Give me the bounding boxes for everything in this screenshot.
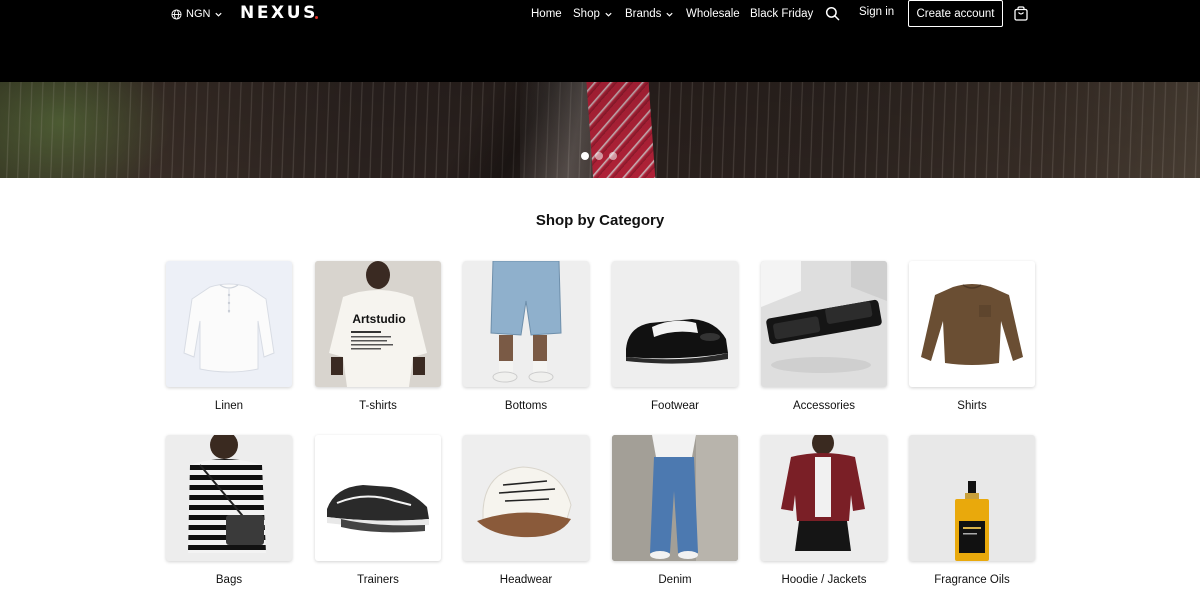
currency-selector[interactable]: NGN (171, 6, 223, 22)
bag-illustration (188, 435, 266, 553)
nav-wholesale-label: Wholesale (686, 8, 740, 20)
cap-illustration (477, 466, 572, 538)
site-logo[interactable]: NEXUS (240, 3, 318, 23)
currency-label: NGN (186, 8, 211, 20)
category-image-trainers (315, 435, 441, 561)
category-card-linen[interactable]: Linen (166, 261, 292, 412)
category-label: Linen (214, 400, 244, 412)
category-label: Hoodie / Jackets (781, 574, 867, 586)
site-header: NGN NEXUS Home Shop Brands Wholesale Bla… (0, 0, 1200, 82)
shopping-bag-icon[interactable] (1014, 6, 1028, 21)
category-card-denim[interactable]: Denim (612, 435, 738, 586)
category-image-shirts (909, 261, 1035, 387)
chevron-down-icon (666, 12, 674, 17)
carousel-dot-1[interactable] (581, 152, 589, 160)
category-card-bottoms[interactable]: Bottoms (463, 261, 589, 412)
section-title: Shop by Category (535, 212, 665, 229)
nav-home[interactable]: Home (531, 6, 562, 22)
longsleeve-illustration (921, 284, 1023, 365)
category-label: Bags (215, 574, 243, 586)
category-card-accessories[interactable]: Accessories (761, 261, 887, 412)
category-card-shirts[interactable]: Shirts (909, 261, 1035, 412)
category-label: Denim (658, 574, 692, 586)
hero-carousel-dots (581, 152, 617, 160)
carousel-dot-3[interactable] (609, 152, 617, 160)
category-card-footwear[interactable]: Footwear (612, 261, 738, 412)
search-icon[interactable] (825, 6, 840, 21)
category-label: Trainers (357, 574, 399, 586)
nav-home-label: Home (531, 8, 562, 20)
logo-dot (315, 16, 318, 19)
category-card-headwear[interactable]: Headwear (463, 435, 589, 586)
chevron-down-icon (605, 12, 612, 17)
shorts-illustration (490, 261, 562, 383)
category-image-fragrance-oils (909, 435, 1035, 561)
category-card-fragrance-oils[interactable]: Fragrance Oils (909, 435, 1035, 586)
category-label: Fragrance Oils (934, 574, 1010, 586)
create-account-button[interactable]: Create account (908, 0, 1003, 27)
nav-black-friday[interactable]: Black Friday (750, 6, 813, 22)
category-card-t-shirts[interactable]: Artstudio T-shirts (315, 261, 441, 412)
category-card-hoodie-jackets[interactable]: Hoodie / Jackets (761, 435, 887, 586)
nav-brands-label: Brands (625, 8, 662, 20)
linen-shirt-illustration (183, 283, 275, 373)
category-label: Shirts (957, 400, 987, 412)
nav-black-friday-label: Black Friday (750, 8, 814, 20)
nav-brands[interactable]: Brands (625, 6, 674, 22)
category-label: Footwear (651, 400, 699, 412)
category-label: Bottoms (504, 400, 548, 412)
jacket-illustration (781, 435, 865, 551)
category-label: Headwear (499, 574, 553, 586)
category-image-accessories (761, 261, 887, 387)
loafer-illustration (626, 319, 728, 364)
sign-in-link[interactable]: Sign in (859, 6, 894, 18)
category-image-headwear (463, 435, 589, 561)
category-image-denim (612, 435, 738, 561)
trainers-illustration (327, 485, 429, 533)
nav-wholesale[interactable]: Wholesale (686, 6, 740, 22)
sunglasses-illustration (761, 261, 887, 387)
tshirt-illustration: Artstudio (315, 261, 441, 387)
category-card-trainers[interactable]: Trainers (315, 435, 441, 586)
fragrance-bottle-illustration (955, 481, 989, 561)
denim-illustration (612, 435, 738, 561)
category-image-footwear (612, 261, 738, 387)
category-image-bags (166, 435, 292, 561)
category-image-linen (166, 261, 292, 387)
category-label: Accessories (793, 400, 855, 412)
hero-shade (0, 82, 1200, 178)
nav-shop-label: Shop (573, 8, 600, 20)
chevron-down-icon (215, 12, 223, 17)
category-label: T-shirts (359, 400, 397, 412)
hero-banner[interactable] (0, 82, 1200, 178)
category-image-bottoms (463, 261, 589, 387)
globe-icon (171, 8, 182, 20)
category-image-t-shirts: Artstudio (315, 261, 441, 387)
category-image-hoodie-jackets (761, 435, 887, 561)
nav-shop[interactable]: Shop (573, 6, 613, 22)
tshirt-print-text: Artstudio (352, 312, 405, 326)
category-card-bags[interactable]: Bags (166, 435, 292, 586)
carousel-dot-2[interactable] (595, 152, 603, 160)
